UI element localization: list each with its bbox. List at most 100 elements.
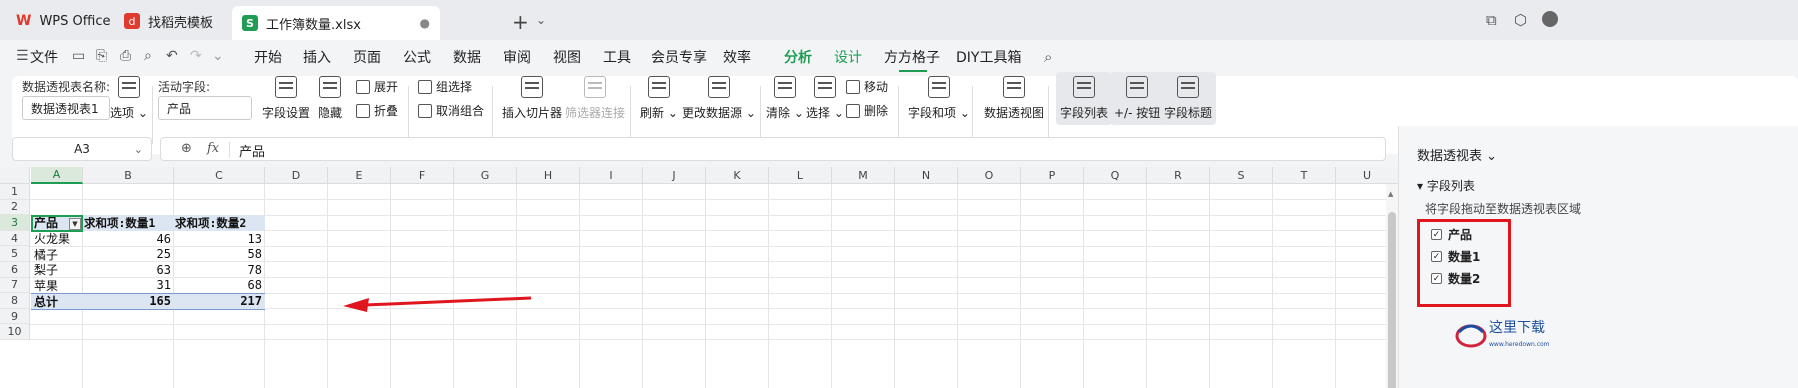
menu-view[interactable]: 视图 [553, 47, 581, 67]
column-header[interactable]: U [1336, 167, 1398, 184]
column-header[interactable]: N [895, 167, 958, 184]
vertical-scrollbar[interactable]: ▲ [1386, 184, 1398, 388]
table-cell[interactable]: 苹果 [31, 278, 83, 294]
expand-button[interactable]: 展开 [356, 78, 398, 95]
ungroup-button[interactable]: 取消组合 [418, 102, 484, 119]
pivot-header-qty1[interactable]: 求和项:数量1 [83, 215, 174, 231]
pivot-name-input[interactable] [22, 96, 110, 120]
menu-data[interactable]: 数据 [453, 47, 481, 67]
pivot-chart-button[interactable]: 数据透视图 [984, 76, 1044, 121]
pivot-header-qty2[interactable]: 求和项:数量2 [174, 215, 265, 231]
row-header[interactable]: 4 [0, 230, 30, 247]
field-list-section[interactable]: ▾ 字段列表 [1417, 177, 1475, 194]
insert-slicer-button[interactable]: 插入切片器 [502, 76, 562, 121]
row-header[interactable]: 6 [0, 262, 30, 278]
select-button[interactable]: 选择 ⌄ [806, 76, 844, 121]
table-cell[interactable]: 橘子 [31, 247, 83, 263]
refresh-button[interactable]: 刷新 ⌄ [640, 76, 678, 121]
fx-icon[interactable]: fx [207, 141, 219, 156]
share-icon[interactable]: ⎘ [96, 48, 107, 64]
column-header[interactable]: T [1273, 167, 1336, 184]
column-header[interactable]: A [31, 167, 83, 184]
menu-member[interactable]: 会员专享 [651, 47, 707, 67]
column-header[interactable]: R [1147, 167, 1210, 184]
print-icon[interactable]: ⎙ [120, 48, 131, 64]
menu-analyze[interactable]: 分析 [784, 47, 812, 67]
new-tab-icon[interactable]: + [512, 10, 529, 34]
pivot-total-label[interactable]: 总计 [31, 293, 83, 310]
table-cell[interactable]: 31 [83, 278, 174, 294]
column-header[interactable]: K [706, 167, 769, 184]
menu-insert[interactable]: 插入 [303, 47, 331, 67]
column-header[interactable]: I [580, 167, 643, 184]
undo-icon[interactable]: ↶ [166, 48, 178, 64]
menu-formula[interactable]: 公式 [403, 47, 431, 67]
tab-workbook[interactable]: S 工作簿数量.xlsx ● [232, 6, 440, 40]
print-preview-icon[interactable]: ⌕ [144, 48, 152, 64]
table-cell[interactable]: 25 [83, 247, 174, 263]
column-header[interactable]: G [454, 167, 517, 184]
scrollbar-thumb[interactable] [1388, 212, 1396, 388]
menu-review[interactable]: 审阅 [503, 47, 531, 67]
menu-diy-toolbox[interactable]: DIY工具箱 [956, 47, 1021, 67]
table-cell[interactable]: 78 [174, 262, 265, 278]
cube-icon[interactable]: ⬡ [1514, 11, 1527, 29]
filter-connect-button[interactable]: 筛选器连接 [565, 76, 625, 121]
formula-bar[interactable]: ⊕ fx 产品 [160, 137, 1386, 161]
table-cell[interactable]: 68 [174, 278, 265, 294]
table-cell[interactable]: 火龙果 [31, 231, 83, 247]
row-header[interactable]: 8 [0, 293, 30, 309]
unsaved-dot-icon[interactable]: ● [420, 16, 430, 30]
column-header[interactable]: B [83, 167, 174, 184]
table-cell[interactable]: 63 [83, 262, 174, 278]
options-button[interactable]: 选项 ⌄ [110, 76, 148, 121]
menu-design[interactable]: 设计 [834, 47, 862, 67]
row-header[interactable]: 5 [0, 246, 30, 262]
row-header[interactable]: 3 [0, 215, 30, 231]
chevron-down-icon[interactable]: ⌄ [536, 13, 546, 27]
field-settings-button[interactable]: 字段设置 [262, 76, 310, 121]
row-header[interactable]: 9 [0, 308, 30, 325]
panel-title[interactable]: 数据透视表 ⌄ [1417, 145, 1497, 164]
field-headers-button[interactable]: 字段标题 [1160, 72, 1217, 125]
delete-button[interactable]: 删除 [846, 102, 888, 119]
row-header[interactable]: 2 [0, 199, 30, 216]
table-cell[interactable]: 梨子 [31, 262, 83, 278]
column-header[interactable]: S [1210, 167, 1273, 184]
menu-tools[interactable]: 工具 [603, 47, 631, 67]
restore-window-icon[interactable]: ⧉ [1486, 11, 1497, 29]
move-button[interactable]: 移动 [846, 78, 888, 95]
table-cell[interactable]: 58 [174, 247, 265, 263]
chevron-down-icon[interactable]: ⌄ [134, 143, 143, 156]
plus-minus-button[interactable]: +/- 按钮 [1110, 72, 1165, 125]
menu-efficiency[interactable]: 效率 [723, 47, 751, 67]
menu-fangfang[interactable]: 方方格子 [884, 47, 940, 67]
row-header[interactable]: 7 [0, 277, 30, 294]
tab-wps-office[interactable]: W WPS Office [6, 6, 120, 36]
hamburger-icon[interactable]: ☰ [16, 48, 29, 64]
group-select-button[interactable]: 组选择 [418, 78, 472, 95]
column-header[interactable]: D [265, 167, 328, 184]
hide-button[interactable]: 隐藏 [318, 76, 342, 121]
filter-dropdown-icon[interactable]: ▼ [69, 218, 81, 230]
row-header[interactable]: 1 [0, 184, 30, 200]
column-header[interactable]: H [517, 167, 580, 184]
column-header[interactable]: M [832, 167, 895, 184]
column-header[interactable]: E [328, 167, 391, 184]
clear-button[interactable]: 清除 ⌄ [766, 76, 804, 121]
column-header[interactable]: O [958, 167, 1021, 184]
scroll-up-icon[interactable]: ▲ [1388, 190, 1393, 198]
menu-home[interactable]: 开始 [254, 47, 282, 67]
menu-file[interactable]: 文件 [30, 47, 58, 67]
change-source-button[interactable]: 更改数据源 ⌄ [682, 76, 756, 121]
pivot-total-qty1[interactable]: 165 [83, 293, 174, 310]
table-cell[interactable]: 46 [83, 231, 174, 247]
pivot-total-qty2[interactable]: 217 [174, 293, 265, 310]
name-box[interactable]: A3 ⌄ [12, 137, 152, 161]
tab-template[interactable]: d 找稻壳模板 [114, 6, 223, 36]
row-header[interactable]: 10 [0, 324, 30, 340]
column-header[interactable]: L [769, 167, 832, 184]
redo-icon[interactable]: ↷ [190, 48, 202, 64]
select-all-corner[interactable] [0, 167, 30, 184]
column-header[interactable]: J [643, 167, 706, 184]
